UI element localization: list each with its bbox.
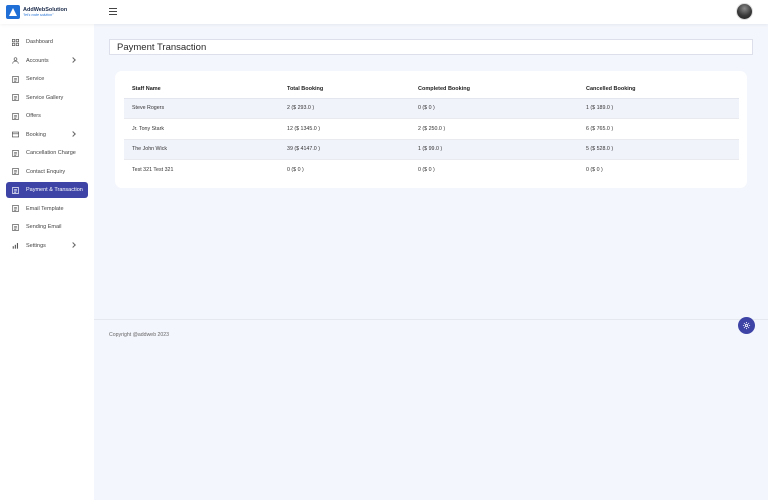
sidebar-item-label: Service — [26, 76, 45, 82]
sidebar-item-label: Payment & Transaction — [26, 187, 83, 193]
gear-icon — [742, 321, 751, 330]
sidebar-item-service-gallery[interactable]: Service Gallery — [6, 90, 88, 106]
cell-completed: 1 ($ 99.0 ) — [410, 139, 578, 160]
sidebar-item-offers[interactable]: Offers — [6, 108, 88, 124]
document-icon — [12, 168, 19, 175]
table-row: Test 321 Test 321 0 ($ 0 ) 0 ($ 0 ) 0 ($ 0 … — [124, 160, 739, 181]
hamburger-icon[interactable] — [109, 8, 117, 15]
sidebar-item-label: Service Gallery — [26, 94, 64, 101]
cell-completed: 0 ($ 0 ) — [418, 167, 435, 173]
sidebar-item-service[interactable]: Service — [6, 71, 88, 87]
document-icon — [12, 205, 19, 212]
settings-fab[interactable] — [738, 317, 755, 334]
chevron-right-icon — [70, 56, 76, 63]
sidebar-item-accounts[interactable]: Accounts — [6, 53, 88, 69]
chevron-right-icon — [70, 241, 76, 248]
footer-divider — [94, 319, 768, 320]
main-content: Payment Transaction Staff Name Total Boo… — [94, 24, 768, 500]
top-bar: AddWebSolution "let's code solution" — [0, 0, 768, 24]
column-header-staff: Staff Name — [124, 81, 279, 99]
sidebar-item-email-template[interactable]: Email Template — [6, 201, 88, 217]
cell-total: 39 ($ 4147.0 ) — [279, 139, 410, 160]
column-header-cancelled: Cancelled Booking — [578, 81, 739, 99]
sidebar-item-label: Settings — [26, 242, 46, 249]
sidebar-item-dashboard[interactable]: Dashboard — [6, 34, 88, 50]
brand-logo[interactable]: AddWebSolution "let's code solution" — [6, 5, 67, 19]
transactions-table: Staff Name Total Booking Completed Booki… — [124, 81, 739, 180]
copyright-text: Copyright @addweb 2023 — [109, 332, 170, 338]
page-header: Payment Transaction — [109, 39, 753, 55]
document-icon — [12, 94, 19, 101]
sidebar-item-label: Sending Email — [26, 224, 62, 230]
document-icon — [12, 75, 19, 83]
avatar[interactable] — [736, 3, 753, 20]
document-icon — [12, 149, 19, 157]
table-row: Steve Rogers 2 ($ 293.0 ) 0 ($ 0 ) 1 ($ 189… — [124, 98, 739, 119]
sidebar-item-label: Booking — [26, 131, 46, 138]
column-header-completed: Completed Booking — [410, 81, 578, 99]
bar-chart-icon — [12, 242, 19, 249]
document-icon — [12, 223, 19, 231]
chevron-right-icon — [70, 130, 76, 137]
sidebar-nav: Dashboard Accounts Service Service Gallery O… — [0, 34, 94, 254]
cell-staff: Steve Rogers — [124, 98, 279, 119]
sidebar-item-label: Cancellation Charge — [26, 150, 76, 156]
brand-tagline: "let's code solution" — [23, 13, 54, 17]
cell-staff: Test 321 Test 321 — [132, 167, 174, 173]
column-header-total: Total Booking — [279, 81, 410, 99]
cell-staff: The John Wick — [124, 139, 279, 160]
cell-cancelled: 1 ($ 189.0 ) — [578, 98, 739, 119]
cell-total: 0 ($ 0 ) — [287, 167, 304, 173]
table-header-row: Staff Name Total Booking Completed Booki… — [124, 81, 739, 99]
sidebar-item-settings[interactable]: Settings — [6, 238, 88, 254]
cell-completed: 0 ($ 0 ) — [410, 98, 578, 119]
cell-total: 2 ($ 293.0 ) — [279, 98, 410, 119]
card-icon — [12, 131, 19, 138]
table-row: The John Wick 39 ($ 4147.0 ) 1 ($ 99.0 ) 5 … — [124, 139, 739, 160]
user-icon — [12, 57, 19, 64]
document-icon — [12, 112, 19, 120]
sidebar: Dashboard Accounts Service Service Gallery O… — [0, 24, 94, 500]
sidebar-item-cancellation-charge[interactable]: Cancellation Charge — [6, 145, 88, 161]
sidebar-item-booking[interactable]: Booking — [6, 127, 88, 143]
sidebar-item-payment-transaction[interactable]: Payment & Transaction — [6, 182, 88, 198]
cell-completed: 2 ($ 250.0 ) — [410, 118, 578, 140]
grid-icon — [12, 38, 19, 46]
logo-icon — [6, 5, 20, 19]
sidebar-item-contact-enquiry[interactable]: Contact Enquiry — [6, 164, 88, 180]
sidebar-item-label: Dashboard — [26, 39, 53, 45]
table-row: Jr. Tony Stark 12 ($ 1345.0 ) 2 ($ 250.0 )… — [124, 118, 739, 140]
sidebar-item-label: Contact Enquiry — [26, 168, 66, 175]
cell-total: 12 ($ 1345.0 ) — [279, 118, 410, 140]
transactions-card: Staff Name Total Booking Completed Booki… — [115, 71, 747, 188]
page-title: Payment Transaction — [117, 41, 207, 53]
sidebar-item-sending-email[interactable]: Sending Email — [6, 219, 88, 235]
cell-cancelled: 5 ($ 528.0 ) — [578, 139, 739, 160]
cell-cancelled: 0 ($ 0 ) — [586, 167, 603, 173]
sidebar-item-label: Email Template — [26, 205, 64, 212]
document-icon — [12, 186, 19, 194]
cell-staff: Jr. Tony Stark — [124, 118, 279, 140]
sidebar-item-label: Accounts — [26, 57, 49, 64]
sidebar-item-label: Offers — [26, 113, 41, 119]
cell-cancelled: 6 ($ 765.0 ) — [578, 118, 739, 140]
